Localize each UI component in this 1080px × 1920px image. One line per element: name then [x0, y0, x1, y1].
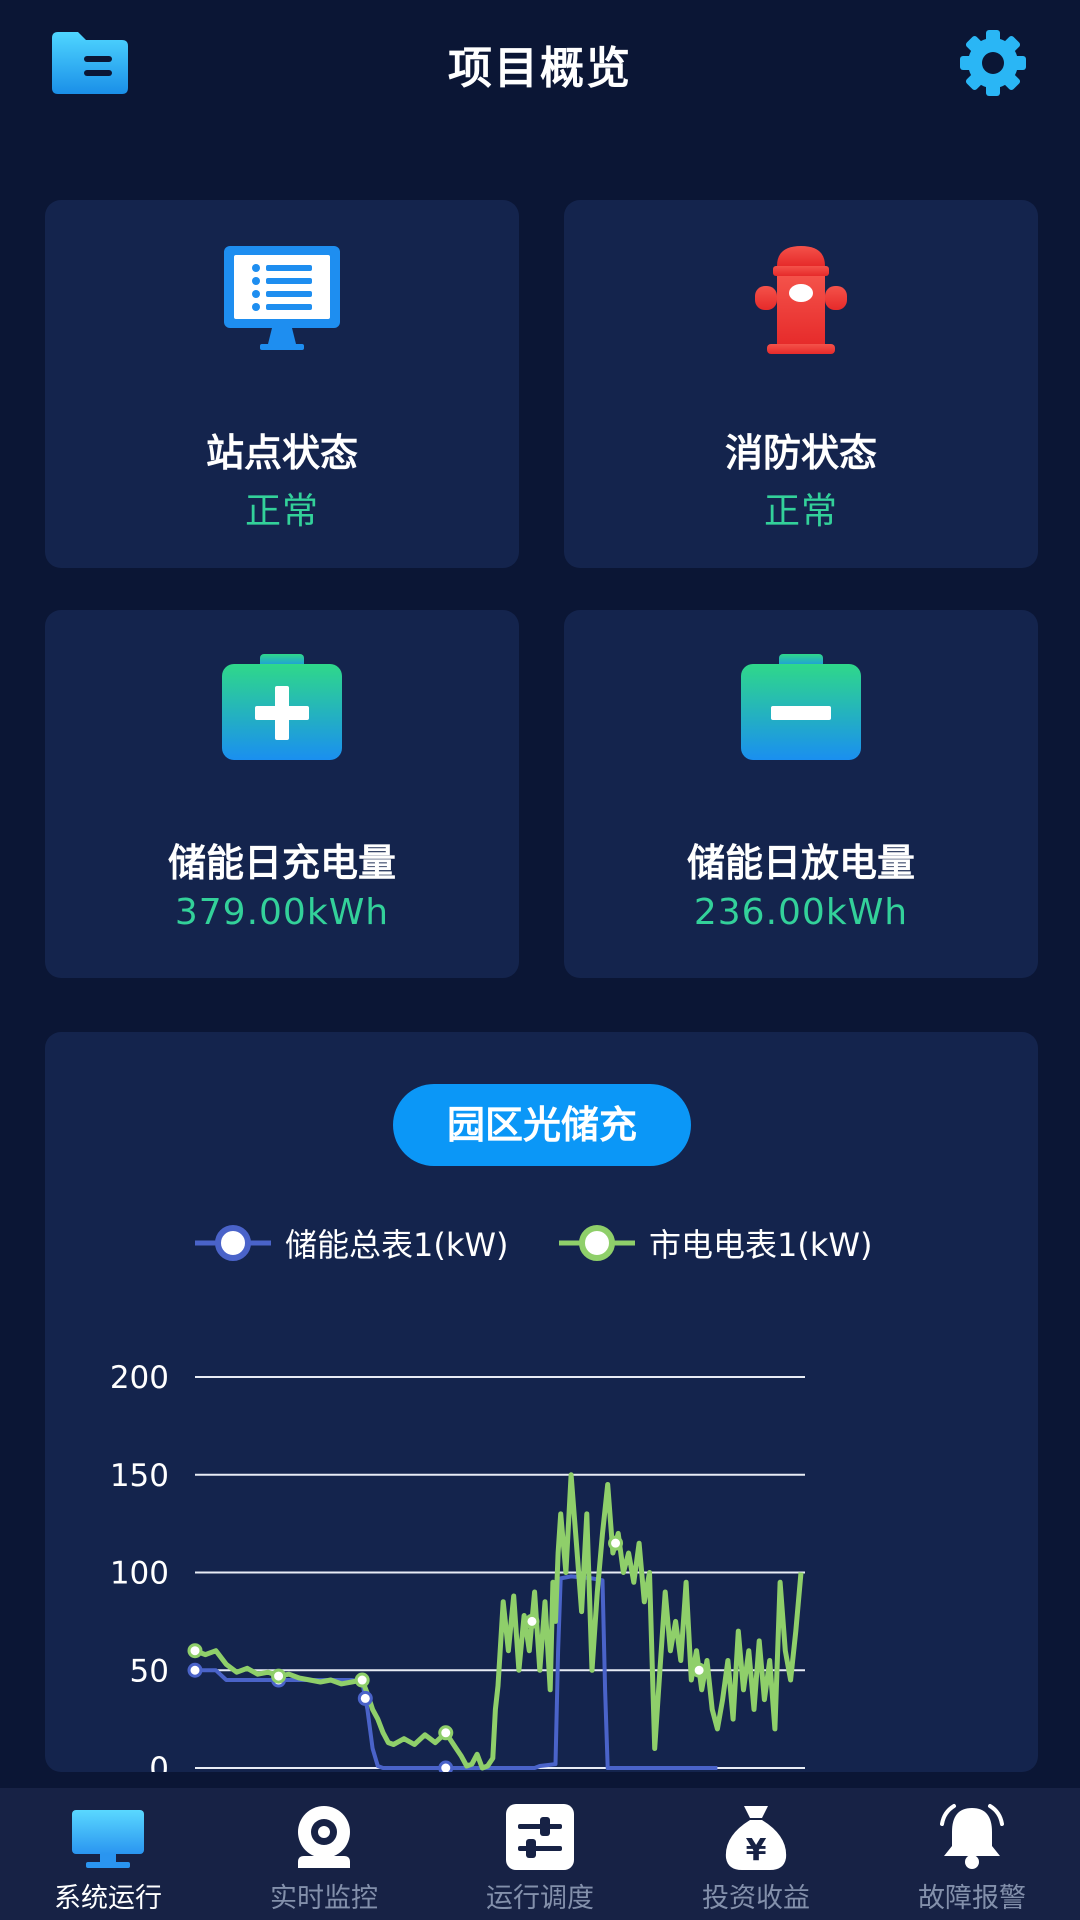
site-status-label: 站点状态 — [205, 431, 358, 475]
series-1-marker-2[interactable] — [354, 1672, 370, 1688]
series-0-marker-2[interactable] — [357, 1690, 373, 1706]
series-1-marker-3[interactable] — [438, 1725, 454, 1741]
nav-label-investment: 投资收益 — [702, 1883, 810, 1914]
series-0-marker-3[interactable] — [438, 1760, 454, 1772]
fire-hydrant-icon — [741, 240, 861, 360]
line-chart: 0 50 100 150 200 — [110, 1360, 805, 1772]
series-line-1[interactable] — [194, 1472, 804, 1771]
nav-item-system-run[interactable]: 系统运行 — [0, 1788, 216, 1920]
daily-discharge-label: 储能日放电量 — [686, 841, 915, 885]
money-bag-icon: ¥ — [718, 1802, 794, 1872]
series-1-marker-1[interactable] — [271, 1668, 287, 1684]
chart-panel: 园区光储充 储能总表1(kW) 市电电表1(kW) 0 50 100 150 200 — [45, 1032, 1038, 1772]
nav-label-dispatch: 运行调度 — [486, 1883, 594, 1914]
nav-label-realtime-monitor: 实时监控 — [270, 1883, 378, 1914]
battery-discharge-icon — [741, 650, 861, 770]
daily-charge-value: 379.00kWh — [174, 892, 390, 933]
svg-text:¥: ¥ — [746, 1833, 767, 1868]
series-1-marker-0[interactable] — [187, 1643, 203, 1659]
daily-discharge-value: 236.00kWh — [693, 892, 909, 933]
nav-item-realtime-monitor[interactable]: 实时监控 — [216, 1788, 432, 1920]
bell-icon — [934, 1802, 1010, 1872]
bottom-nav: 系统运行 实时监控 运行调度 ¥ 投资收益 故障报警 — [0, 1788, 1080, 1920]
gear-icon[interactable] — [952, 28, 1034, 98]
daily-charge-label: 储能日充电量 — [167, 841, 396, 885]
monitor-list-icon — [222, 240, 342, 360]
daily-charge-card[interactable]: 储能日充电量 379.00kWh — [45, 610, 519, 978]
series-1-marker-6[interactable] — [691, 1662, 707, 1678]
battery-charge-icon — [222, 650, 342, 770]
y-tick-label-3: 150 — [110, 1458, 169, 1494]
site-status-value: 正常 — [244, 491, 319, 532]
nav-label-system-run: 系统运行 — [54, 1883, 162, 1914]
monitor-icon — [70, 1802, 146, 1872]
series-1-marker-4[interactable] — [524, 1613, 540, 1629]
daily-discharge-card[interactable]: 储能日放电量 236.00kWh — [564, 610, 1038, 978]
y-tick-label-2: 100 — [110, 1556, 169, 1592]
y-tick-label-1: 50 — [130, 1653, 169, 1689]
camera-icon — [286, 1802, 362, 1872]
app-header: 项目概览 — [0, 0, 1080, 130]
y-tick-label-0: 0 — [149, 1751, 169, 1772]
nav-item-investment[interactable]: ¥ 投资收益 — [648, 1788, 864, 1920]
site-status-card[interactable]: 站点状态 正常 — [45, 200, 519, 568]
series-0-marker-0[interactable] — [187, 1662, 203, 1678]
page-title: 项目概览 — [448, 43, 632, 94]
fire-status-value: 正常 — [763, 491, 838, 532]
nav-label-fault-alarm: 故障报警 — [918, 1883, 1026, 1914]
y-tick-label-4: 200 — [110, 1360, 169, 1396]
nav-item-fault-alarm[interactable]: 故障报警 — [864, 1788, 1080, 1920]
fire-status-card[interactable]: 消防状态 正常 — [564, 200, 1038, 568]
fire-status-label: 消防状态 — [724, 431, 877, 475]
sliders-icon — [502, 1802, 578, 1872]
series-1-marker-5[interactable] — [608, 1535, 624, 1551]
nav-item-dispatch[interactable]: 运行调度 — [432, 1788, 648, 1920]
